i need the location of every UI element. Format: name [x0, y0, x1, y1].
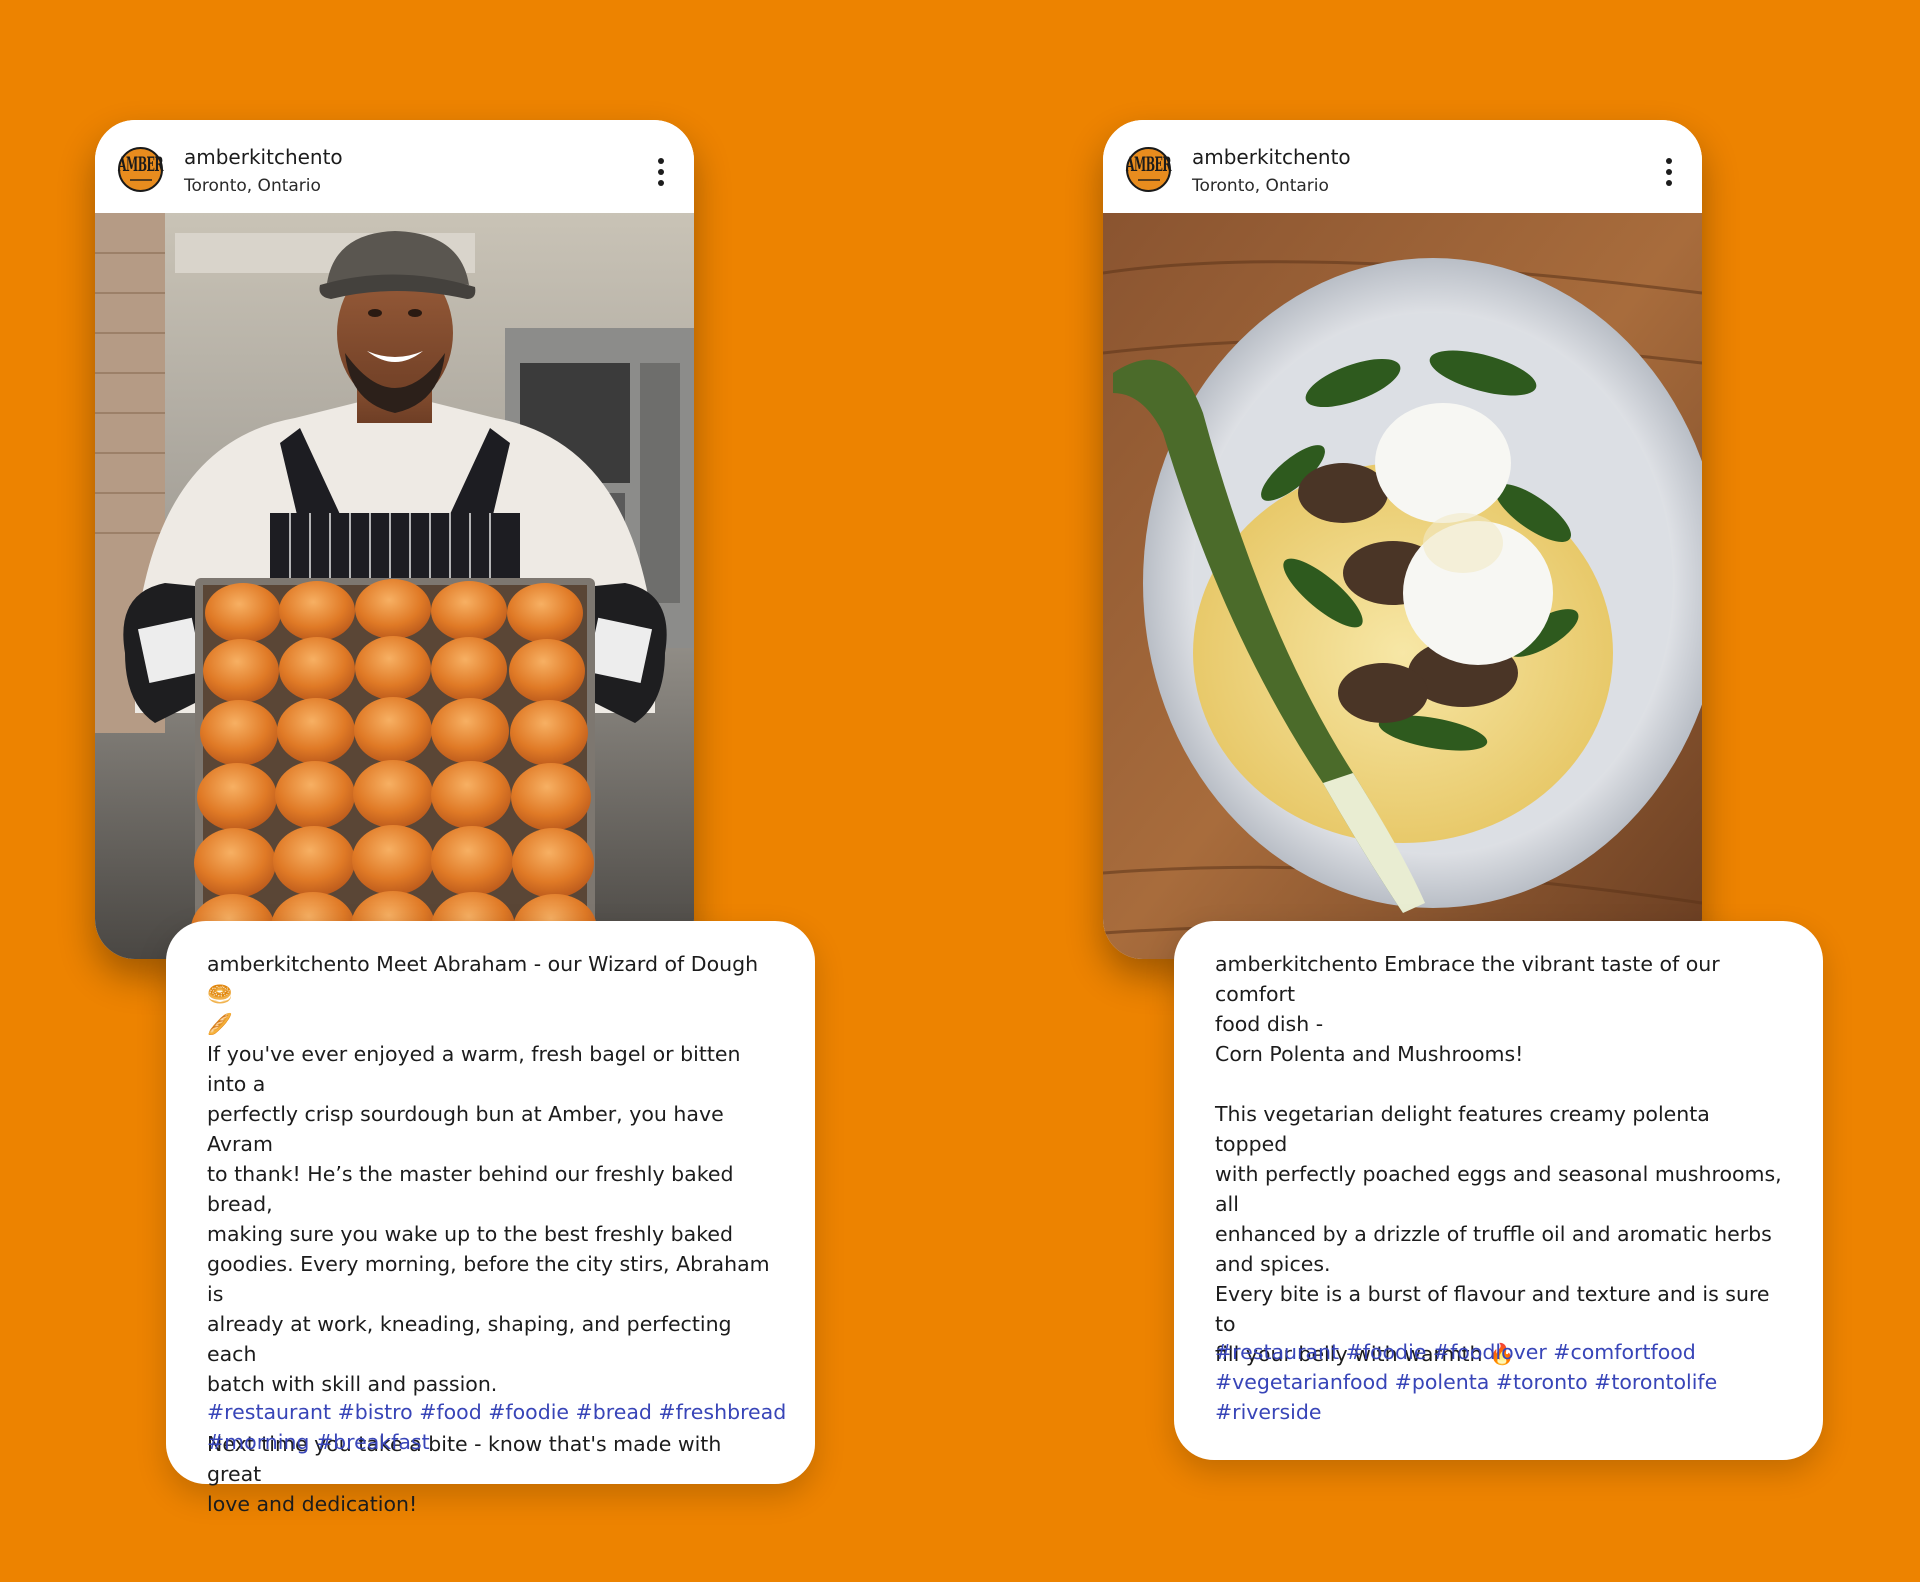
caption-card-right: amberkitchento Embrace the vibrant taste… [1174, 921, 1823, 1460]
caption-line: amberkitchento Embrace the vibrant taste… [1215, 952, 1720, 1006]
caption-line: with perfectly poached eggs and seasonal… [1215, 1162, 1782, 1216]
caption-line: making sure you wake up to the best fres… [207, 1222, 733, 1246]
caption-line: love and dedication! [207, 1492, 418, 1516]
post-photo-baker [95, 213, 694, 959]
caption-line: Corn Polenta and Mushrooms! [1215, 1042, 1524, 1066]
hashtag-list[interactable]: #restaurant #bistro #food #foodie #bread… [207, 1397, 786, 1457]
post-photo-polenta [1103, 213, 1702, 959]
avatar-logo-underline [1137, 178, 1160, 181]
location[interactable]: Toronto, Ontario [1192, 176, 1329, 196]
caption-line: perfectly crisp sourdough bun at Amber, … [207, 1102, 724, 1156]
caption-blank-line [1215, 1069, 1783, 1099]
username[interactable]: amberkitchento [184, 145, 343, 169]
post-card-right: AMBER amberkitchento Toronto, Ontario [1103, 120, 1702, 959]
caption-line: enhanced by a drizzle of truffle oil and… [1215, 1222, 1772, 1246]
post-card-left: AMBER amberkitchento Toronto, Ontario [95, 120, 694, 959]
avatar-logo-underline [129, 178, 152, 181]
hashtag-line[interactable]: #riverside [1215, 1397, 1793, 1427]
caption-line: This vegetarian delight features creamy … [1215, 1102, 1710, 1156]
caption-line: If you've ever enjoyed a warm, fresh bag… [207, 1042, 741, 1096]
caption-card-left: amberkitchento Meet Abraham - our Wizard… [166, 921, 815, 1516]
caption-line: amberkitchento Meet Abraham - our Wizard… [207, 952, 759, 1006]
caption-line: food dish - [1215, 1012, 1324, 1036]
hashtag-line[interactable]: #vegetarianfood #polenta #toronto #toron… [1215, 1367, 1793, 1397]
vertical-ellipsis-icon[interactable] [658, 158, 664, 186]
username[interactable]: amberkitchento [1192, 145, 1351, 169]
location[interactable]: Toronto, Ontario [184, 176, 321, 196]
post-header: AMBER amberkitchento Toronto, Ontario [1103, 120, 1702, 213]
hashtag-line[interactable]: #restaurant #bistro #food #foodie #bread… [207, 1397, 786, 1427]
profile-avatar[interactable]: AMBER [117, 147, 164, 192]
post-header: AMBER amberkitchento Toronto, Ontario [95, 120, 694, 213]
hashtag-list[interactable]: #restaurant #foodie #foodlover #comfortf… [1215, 1337, 1793, 1427]
hashtag-line[interactable]: #morning #breakfast [207, 1427, 785, 1457]
vertical-ellipsis-icon[interactable] [1666, 158, 1672, 186]
caption-line: already at work, kneading, shaping, and … [207, 1312, 732, 1366]
caption-line: goodies. Every morning, before the city … [207, 1252, 770, 1306]
caption-line: 🥖 [207, 1012, 233, 1036]
caption-line: to thank! He’s the master behind our fre… [207, 1162, 734, 1216]
avatar-logo-text: AMBER [1125, 152, 1172, 176]
profile-avatar[interactable]: AMBER [1125, 147, 1172, 192]
caption-text: amberkitchento Embrace the vibrant taste… [1215, 949, 1783, 1369]
caption-line: batch with skill and passion. [207, 1372, 498, 1396]
avatar-logo-text: AMBER [117, 152, 164, 176]
caption-line: Every bite is a burst of flavour and tex… [1215, 1282, 1770, 1336]
caption-line: and spices. [1215, 1252, 1331, 1276]
hashtag-line[interactable]: #restaurant #foodie #foodlover #comfortf… [1215, 1337, 1793, 1367]
